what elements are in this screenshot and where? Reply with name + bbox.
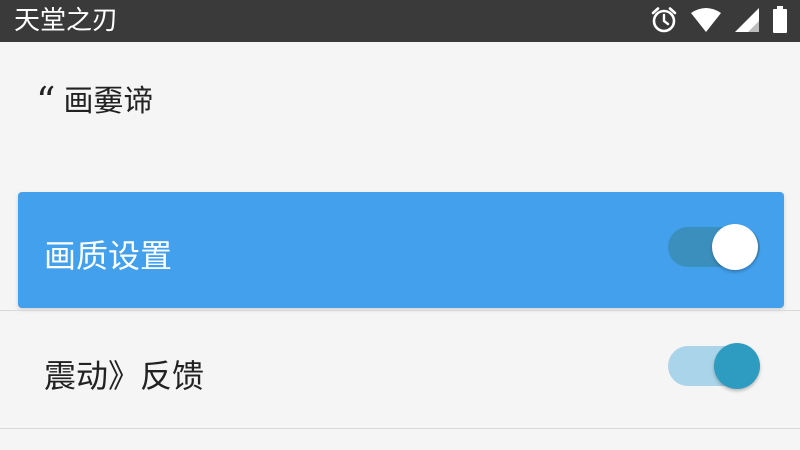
toggle-thumb [714, 343, 760, 389]
divider [0, 428, 800, 429]
status-icons [650, 3, 788, 37]
status-bar: 天堂之刃 [0, 0, 800, 42]
quality-toggle[interactable] [668, 224, 760, 270]
setting-label-vibration: 震动》反馈 [44, 357, 205, 395]
alarm-clock-icon [650, 6, 678, 34]
quote-icon: “ [36, 79, 56, 123]
setting-label-quality: 画质设置 [44, 237, 173, 275]
settings-content: “ 画嫑谛 画质设置 震动》反馈 [0, 42, 800, 450]
cell-signal-icon [734, 7, 760, 33]
section-header: “ 画嫑谛 [36, 82, 153, 122]
app-title: 天堂之刃 [14, 6, 119, 36]
toggle-thumb [712, 224, 758, 270]
battery-icon [772, 6, 788, 34]
vibration-toggle[interactable] [668, 343, 760, 389]
wifi-icon [690, 7, 722, 33]
section-title: 画嫑谛 [63, 84, 154, 119]
